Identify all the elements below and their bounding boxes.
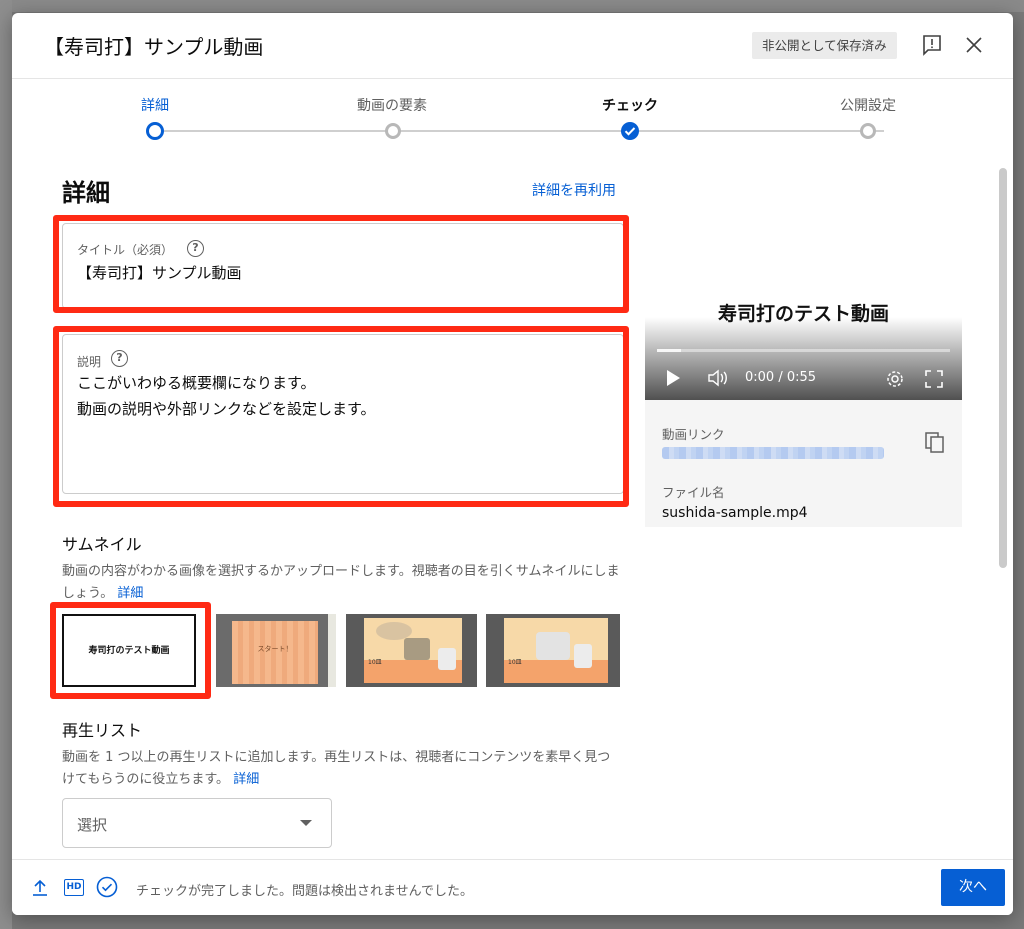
scrollbar[interactable] <box>999 168 1007 568</box>
step-visibility-label[interactable]: 公開設定 <box>808 95 928 115</box>
dialog-footer: HD チェックが完了しました。問題は検出されませんでした。 次へ <box>12 859 1013 915</box>
dialog-title: 【寿司打】サンプル動画 <box>44 35 264 59</box>
step-details-label[interactable]: 詳細 <box>95 95 215 115</box>
step-visibility-dot[interactable] <box>860 123 876 139</box>
thumbnail-learn-more-link[interactable]: 詳細 <box>117 586 143 601</box>
stepper-track <box>164 130 884 132</box>
step-elements-dot[interactable] <box>385 123 401 139</box>
upload-icon <box>33 879 47 896</box>
video-time-display: 0:00 / 0:55 <box>745 370 817 385</box>
thumbnail-description: 動画の内容がわかる画像を選択するかアップロードします。視聴者の目を引くサムネイル… <box>62 564 620 601</box>
step-checks-label[interactable]: チェック <box>570 95 690 115</box>
reuse-details-link[interactable]: 詳細を再利用 <box>532 180 616 200</box>
video-progress-fill <box>657 349 681 352</box>
playlist-select-value: 選択 <box>77 816 108 834</box>
fullscreen-icon[interactable] <box>925 370 943 388</box>
background-left <box>0 0 12 929</box>
copy-icon[interactable] <box>925 432 945 454</box>
thumbnail-option-3[interactable]: 10皿 <box>346 614 477 687</box>
video-player[interactable]: 寿司打のテスト動画 0:00 / 0:55 <box>645 221 962 400</box>
thumbnail-option-4[interactable]: 10皿 <box>486 614 620 687</box>
highlight-frame-description <box>53 326 629 507</box>
step-elements-label[interactable]: 動画の要素 <box>332 95 452 115</box>
dialog-header: 【寿司打】サンプル動画 非公開として保存済み <box>12 13 1013 79</box>
filename-label: ファイル名 <box>662 485 725 500</box>
thumbnail-heading: サムネイル <box>62 535 142 554</box>
checks-status-text: チェックが完了しました。問題は検出されませんでした。 <box>136 884 473 899</box>
playlist-description: 動画を 1 つ以上の再生リストに追加します。再生リストは、視聴者にコンテンツを素… <box>62 750 611 787</box>
video-frame-title: 寿司打のテスト動画 <box>717 303 889 325</box>
close-icon[interactable] <box>962 33 986 57</box>
video-link-label: 動画リンク <box>662 427 725 442</box>
hd-icon: HD <box>64 879 84 896</box>
highlight-frame-title <box>53 215 629 313</box>
video-progress-track[interactable] <box>657 349 950 352</box>
playlist-heading: 再生リスト <box>62 721 143 740</box>
details-heading: 詳細 <box>62 179 110 207</box>
step-checks-dot[interactable] <box>621 122 639 140</box>
thumbnail-option-2[interactable]: スタート！ <box>216 614 336 687</box>
next-button[interactable]: 次へ <box>941 869 1005 906</box>
checkmark-icon <box>624 127 636 136</box>
play-icon[interactable] <box>665 369 681 387</box>
gear-icon[interactable] <box>885 369 905 389</box>
check-circle-icon <box>96 876 118 898</box>
volume-icon[interactable] <box>707 369 729 387</box>
playlist-select[interactable]: 選択 <box>62 798 332 848</box>
video-details-dialog: 【寿司打】サンプル動画 非公開として保存済み 詳細 動画の要素 チェック 公開設… <box>12 13 1013 915</box>
saved-status-badge: 非公開として保存済み <box>752 32 897 59</box>
video-preview-card: 寿司打のテスト動画 0:00 / 0:55 動画リンク ファイル名 sushid… <box>645 221 962 527</box>
background-top <box>0 0 1024 12</box>
step-details-dot[interactable] <box>146 122 164 140</box>
dropdown-arrow-icon <box>300 820 312 826</box>
playlist-learn-more-link[interactable]: 詳細 <box>233 772 259 787</box>
filename-value: sushida-sample.mp4 <box>662 505 808 521</box>
feedback-icon[interactable] <box>920 33 944 57</box>
highlight-frame-thumbnail <box>50 602 211 699</box>
video-link-blurred[interactable] <box>662 447 884 459</box>
